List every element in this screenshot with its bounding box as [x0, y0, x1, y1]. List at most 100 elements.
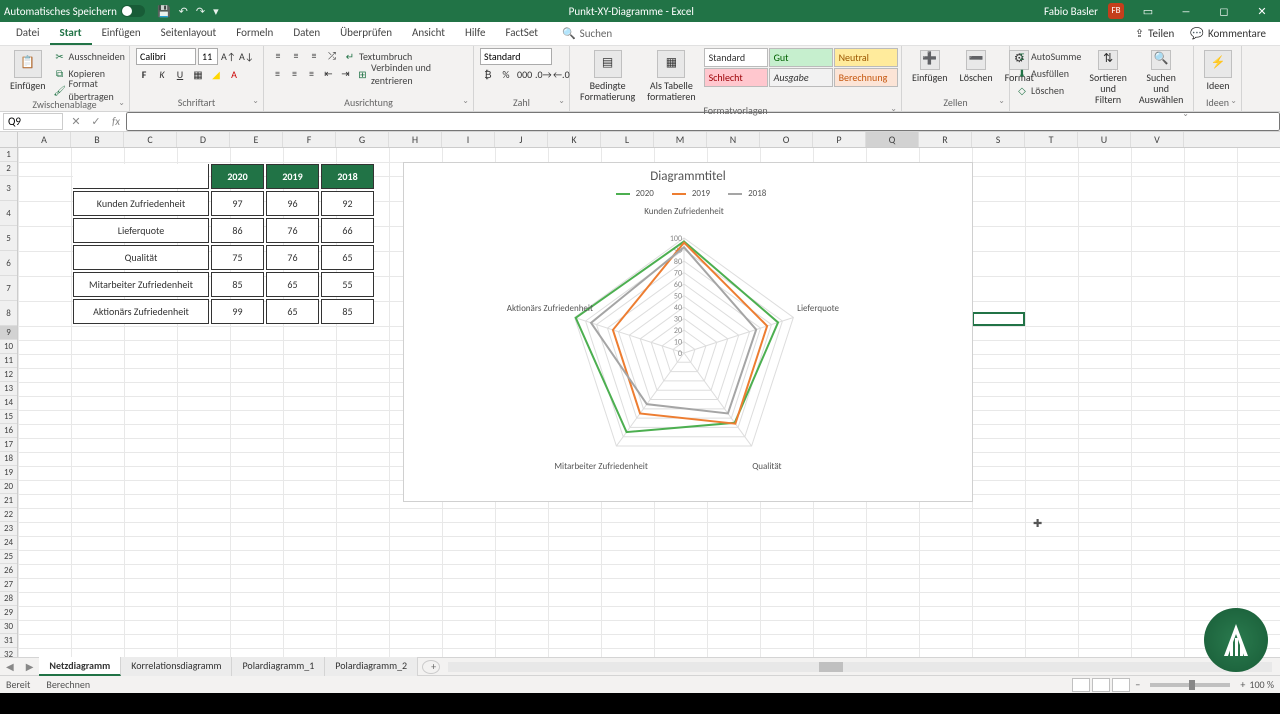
column-header[interactable]: E: [230, 132, 283, 147]
row-header[interactable]: 3: [0, 176, 17, 201]
column-header[interactable]: O: [760, 132, 813, 147]
column-header[interactable]: M: [654, 132, 707, 147]
row-header[interactable]: 20: [0, 480, 17, 494]
row-header[interactable]: 25: [0, 550, 17, 564]
row-header[interactable]: 8: [0, 301, 17, 326]
align-middle-icon[interactable]: ≡: [288, 48, 304, 64]
cancel-formula-icon[interactable]: ✕: [66, 115, 86, 128]
border-button[interactable]: ▦: [190, 67, 206, 83]
spreadsheet-grid[interactable]: ABCDEFGHIJKLMNOPQRSTUV 12345678910111213…: [0, 132, 1280, 657]
font-size-input[interactable]: [198, 48, 218, 65]
enter-formula-icon[interactable]: ✓: [86, 115, 106, 128]
font-color-button[interactable]: A: [226, 67, 242, 83]
autosum-button[interactable]: ΣAutoSumme: [1016, 48, 1081, 64]
zoom-out-button[interactable]: −: [1135, 678, 1140, 691]
data-cell[interactable]: 99: [211, 299, 264, 324]
row-header[interactable]: 23: [0, 522, 17, 536]
select-all-corner[interactable]: [0, 132, 18, 147]
fx-icon[interactable]: fx: [106, 115, 126, 128]
fill-button[interactable]: ⬇Ausfüllen: [1016, 65, 1081, 81]
menu-tab-seitenlayout[interactable]: Seitenlayout: [151, 22, 227, 45]
page-break-view-button[interactable]: [1112, 678, 1130, 692]
row-header[interactable]: 6: [0, 251, 17, 276]
row-header[interactable]: 31: [0, 634, 17, 648]
minimize-icon[interactable]: ―: [1172, 5, 1200, 18]
insert-cells-button[interactable]: ➕Einfügen: [908, 48, 952, 85]
row-header[interactable]: 4: [0, 201, 17, 226]
toggle-switch[interactable]: [121, 5, 145, 17]
row-header[interactable]: 5: [0, 226, 17, 251]
comments-button[interactable]: 💬 Kommentare: [1182, 25, 1274, 42]
column-header[interactable]: V: [1131, 132, 1184, 147]
row-header[interactable]: 2: [0, 162, 17, 176]
sheet-tab[interactable]: Polardiagramm_1: [232, 657, 325, 676]
column-header[interactable]: A: [18, 132, 71, 147]
column-header[interactable]: H: [389, 132, 442, 147]
style-gut[interactable]: Gut: [769, 48, 833, 67]
orientation-icon[interactable]: ⤮: [324, 48, 340, 64]
data-cell[interactable]: 97: [211, 191, 264, 216]
menu-tab-ansicht[interactable]: Ansicht: [402, 22, 455, 45]
data-cell[interactable]: 55: [321, 272, 374, 297]
style-standard[interactable]: Standard: [704, 48, 768, 67]
conditional-formatting-button[interactable]: ▤Bedingte Formatierung: [576, 48, 639, 104]
column-header[interactable]: R: [919, 132, 972, 147]
menu-tab-start[interactable]: Start: [50, 22, 92, 45]
save-icon[interactable]: 💾: [157, 5, 171, 18]
increase-decimal-icon[interactable]: .0→: [534, 67, 550, 83]
column-header[interactable]: I: [442, 132, 495, 147]
redo-icon[interactable]: ↷: [196, 5, 205, 18]
zoom-slider[interactable]: [1150, 683, 1230, 687]
decrease-font-icon[interactable]: A↓: [238, 49, 254, 65]
row-header[interactable]: 16: [0, 424, 17, 438]
add-sheet-button[interactable]: +: [422, 660, 440, 674]
increase-font-icon[interactable]: A↑: [220, 49, 236, 65]
data-cell[interactable]: 92: [321, 191, 374, 216]
radar-chart[interactable]: Diagrammtitel 202020192018 0102030405060…: [403, 162, 973, 502]
column-header[interactable]: F: [283, 132, 336, 147]
number-format-input[interactable]: [480, 48, 552, 65]
decrease-decimal-icon[interactable]: ←.0: [552, 67, 568, 83]
row-header[interactable]: 11: [0, 354, 17, 368]
data-cell[interactable]: 65: [266, 272, 319, 297]
close-icon[interactable]: ✕: [1248, 5, 1276, 18]
user-avatar[interactable]: FB: [1108, 3, 1124, 19]
data-cell[interactable]: 76: [266, 218, 319, 243]
style-neutral[interactable]: Neutral: [834, 48, 898, 67]
align-left-icon[interactable]: ≡: [270, 66, 285, 82]
autosave-toggle[interactable]: Automatisches Speichern: [4, 5, 145, 18]
align-bottom-icon[interactable]: ≡: [306, 48, 322, 64]
indent-increase-icon[interactable]: ⇥: [338, 66, 353, 82]
menu-tab-daten[interactable]: Daten: [283, 22, 330, 45]
column-header[interactable]: G: [336, 132, 389, 147]
format-as-table-button[interactable]: ▦Als Tabelle formatieren: [643, 48, 699, 104]
normal-view-button[interactable]: [1072, 678, 1090, 692]
menu-tab-factset[interactable]: FactSet: [495, 22, 548, 45]
data-cell[interactable]: 85: [321, 299, 374, 324]
menu-tab-formeln[interactable]: Formeln: [226, 22, 283, 45]
sheet-nav-prev-icon[interactable]: ◀: [0, 660, 20, 673]
sheet-tab[interactable]: Netzdiagramm: [39, 657, 121, 676]
row-header[interactable]: 13: [0, 382, 17, 396]
clear-button[interactable]: ◇Löschen: [1016, 82, 1081, 98]
chart-legend[interactable]: 202020192018: [404, 186, 972, 203]
column-header[interactable]: P: [813, 132, 866, 147]
percent-icon[interactable]: %: [498, 67, 514, 83]
fill-color-button[interactable]: ◢: [208, 67, 224, 83]
ribbon-mode-icon[interactable]: ▭: [1134, 5, 1162, 18]
data-cell[interactable]: 96: [266, 191, 319, 216]
row-header[interactable]: 12: [0, 368, 17, 382]
active-cell[interactable]: [972, 312, 1025, 326]
sheet-tab[interactable]: Korrelationsdiagramm: [121, 657, 232, 676]
column-header[interactable]: J: [495, 132, 548, 147]
zoom-in-button[interactable]: +: [1240, 678, 1245, 691]
column-header[interactable]: T: [1025, 132, 1078, 147]
menu-tab-überprüfen[interactable]: Überprüfen: [330, 22, 402, 45]
italic-button[interactable]: K: [154, 67, 170, 83]
horizontal-scrollbar[interactable]: [448, 662, 1272, 672]
ideas-button[interactable]: ⚡Ideen: [1200, 48, 1236, 93]
chart-title[interactable]: Diagrammtitel: [404, 163, 972, 186]
underline-button[interactable]: U: [172, 67, 188, 83]
row-header[interactable]: 7: [0, 276, 17, 301]
row-header[interactable]: 18: [0, 452, 17, 466]
